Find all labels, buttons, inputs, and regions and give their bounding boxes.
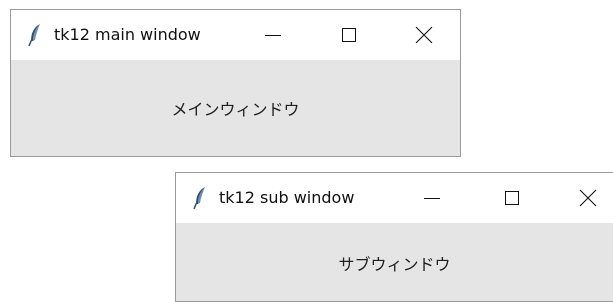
- client-area: メインウィンドウ: [11, 60, 460, 156]
- close-icon: [415, 26, 433, 44]
- minimize-icon: [265, 35, 281, 36]
- minimize-icon: [424, 198, 440, 199]
- maximize-button[interactable]: [326, 10, 372, 60]
- title-bar[interactable]: tk12 main window: [11, 10, 460, 60]
- title-bar[interactable]: tk12 sub window: [176, 173, 613, 223]
- close-icon: [579, 189, 597, 207]
- main-window[interactable]: tk12 main window メインウィンドウ: [10, 9, 461, 157]
- client-area: サブウィンドウ: [176, 223, 613, 301]
- close-button[interactable]: [565, 173, 611, 223]
- feather-icon: [27, 23, 43, 47]
- maximize-button[interactable]: [489, 173, 535, 223]
- sub-window[interactable]: tk12 sub window サブウィンドウ: [175, 172, 613, 302]
- maximize-icon: [505, 191, 519, 205]
- maximize-icon: [342, 28, 356, 42]
- minimize-button[interactable]: [409, 173, 455, 223]
- close-button[interactable]: [401, 10, 447, 60]
- window-label: メインウィンドウ: [171, 100, 300, 119]
- window-title: tk12 main window: [54, 25, 201, 44]
- minimize-button[interactable]: [250, 10, 296, 60]
- window-label: サブウィンドウ: [338, 255, 451, 274]
- feather-icon: [192, 186, 208, 210]
- window-title: tk12 sub window: [219, 188, 355, 207]
